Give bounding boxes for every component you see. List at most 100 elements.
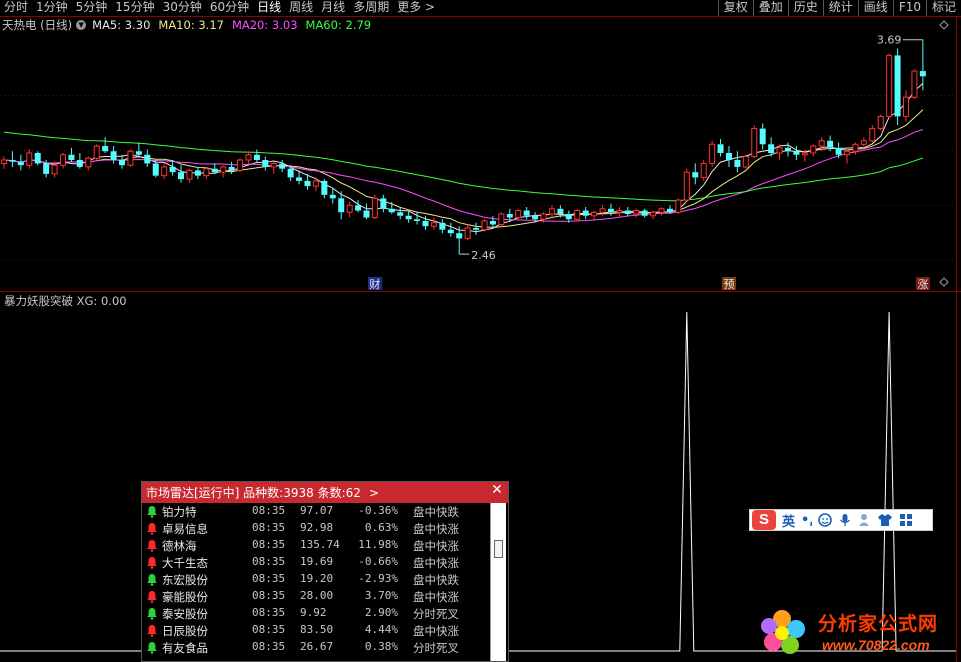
candle (186, 168, 193, 183)
scrollbar-thumb[interactable] (494, 540, 503, 558)
alert-change: 3.70% (364, 589, 398, 602)
candle (869, 125, 876, 143)
alert-change: -0.36% (358, 504, 398, 517)
radar-more-button[interactable]: > (369, 486, 379, 500)
candle (34, 151, 41, 166)
alert-time: 08:35 (252, 589, 286, 602)
candle (793, 146, 800, 160)
candle (169, 159, 176, 176)
radar-row[interactable]: 铂力特 08:35 97.07 -0.36% 盘中快跌 (142, 503, 490, 520)
flower-logo-icon (761, 610, 805, 654)
event-marker[interactable]: 财 (367, 277, 382, 291)
candle (616, 207, 623, 218)
candle (633, 208, 640, 218)
candle (346, 201, 353, 218)
candle (498, 212, 505, 227)
alert-change: 4.44% (364, 623, 398, 636)
stock-name: 豪能股份 (162, 590, 208, 604)
ime-language[interactable]: 英 (782, 511, 795, 530)
stock-name: 东宏股份 (162, 573, 208, 587)
bell-icon (147, 625, 157, 637)
bell-icon (147, 574, 157, 586)
candle (658, 207, 665, 216)
bell-icon (147, 506, 157, 518)
skin-icon[interactable] (878, 512, 894, 528)
radar-row[interactable]: 德林海 08:35 135.74 11.98% 盘中快涨 (142, 537, 490, 554)
candle (515, 208, 522, 220)
candle (1, 156, 7, 169)
radar-row[interactable]: 有友食品 08:35 26.67 0.38% 分时死叉 (142, 639, 490, 656)
candle (253, 149, 260, 162)
user-icon[interactable] (857, 512, 873, 528)
watermark-url: www.70822.com (822, 637, 930, 653)
punctuation-icon[interactable]: •, (800, 512, 812, 528)
candle (93, 144, 100, 160)
candle (692, 163, 699, 185)
bell-icon (147, 557, 157, 569)
candle (835, 142, 842, 159)
candle (894, 48, 901, 126)
alert-change: 0.38% (364, 640, 398, 653)
market-radar-window[interactable]: 市场雷达[运行中] 品种数:3938 条数:62 > ✕ 铂力特 08:35 97.… (141, 481, 509, 662)
toolbox-icon[interactable] (899, 512, 913, 528)
candle (76, 153, 83, 169)
candle (464, 224, 471, 241)
smiley-icon[interactable] (817, 512, 833, 528)
close-icon[interactable]: ✕ (490, 483, 504, 498)
radar-row[interactable]: 泰安股份 08:35 9.92 2.90% 分时死叉 (142, 605, 490, 622)
alert-type: 盘中快涨 (413, 556, 459, 570)
candle (759, 123, 766, 150)
bell-icon (147, 591, 157, 603)
alert-type: 盘中快涨 (413, 624, 459, 638)
stock-name: 大千生态 (162, 556, 208, 570)
bell-icon (147, 523, 157, 535)
microphone-icon[interactable] (838, 512, 852, 528)
ime-toolbar[interactable]: S 英 •, (749, 509, 933, 531)
stock-name: 铂力特 (162, 505, 197, 519)
diamond-icon[interactable] (939, 20, 949, 30)
event-marker-label: 预 (723, 278, 734, 291)
candle (489, 215, 496, 228)
candle (119, 154, 126, 169)
diamond-icon[interactable] (939, 277, 949, 287)
alert-change: -2.93% (358, 572, 398, 585)
candle (237, 158, 244, 173)
candle (102, 137, 109, 153)
radar-row[interactable]: 卓易信息 08:35 92.98 0.63% 盘中快涨 (142, 520, 490, 537)
watermark-title: 分析家公式网 (818, 613, 939, 635)
candle (844, 149, 850, 164)
candle (650, 210, 657, 220)
radar-title-bar[interactable]: 市场雷达[运行中] 品种数:3938 条数:62 > ✕ (142, 482, 508, 503)
candle (523, 207, 530, 220)
radar-list: 铂力特 08:35 97.07 -0.36% 盘中快跌 卓易信息 08:35 92.98 0.6… (142, 503, 490, 656)
radar-row[interactable]: 日辰股份 08:35 83.50 4.44% 盘中快涨 (142, 622, 490, 639)
candle (447, 222, 454, 237)
event-marker-label: 财 (369, 277, 380, 291)
radar-scrollbar[interactable] (490, 503, 506, 661)
candle (481, 219, 488, 232)
candle (548, 205, 555, 218)
stock-name: 日辰股份 (162, 624, 208, 638)
radar-row[interactable]: 豪能股份 08:35 28.00 3.70% 盘中快涨 (142, 588, 490, 605)
radar-row[interactable]: 大千生态 08:35 19.69 -0.66% 盘中快涨 (142, 554, 490, 571)
sogou-logo-icon[interactable]: S (752, 510, 776, 530)
low-price-label: 2.46 (471, 249, 496, 262)
radar-row[interactable]: 东宏股份 08:35 19.20 -2.93% 盘中快跌 (142, 571, 490, 588)
alert-price: 28.00 (300, 589, 334, 602)
candle (110, 146, 117, 164)
event-marker[interactable]: 预 (721, 277, 736, 291)
alert-type: 分时死叉 (413, 641, 459, 655)
candle (9, 151, 16, 167)
alert-time: 08:35 (252, 521, 286, 534)
candle (85, 156, 92, 171)
stock-name: 德林海 (162, 539, 197, 553)
alert-type: 分时死叉 (413, 607, 459, 621)
candle (624, 207, 631, 216)
candle (709, 140, 716, 167)
candle (178, 165, 185, 183)
event-marker[interactable]: 涨 (915, 277, 930, 291)
alert-type: 盘中快涨 (413, 522, 459, 536)
bell-icon (147, 642, 157, 654)
high-price-label: 3.69 (877, 34, 902, 47)
alert-price: 19.20 (300, 572, 334, 585)
